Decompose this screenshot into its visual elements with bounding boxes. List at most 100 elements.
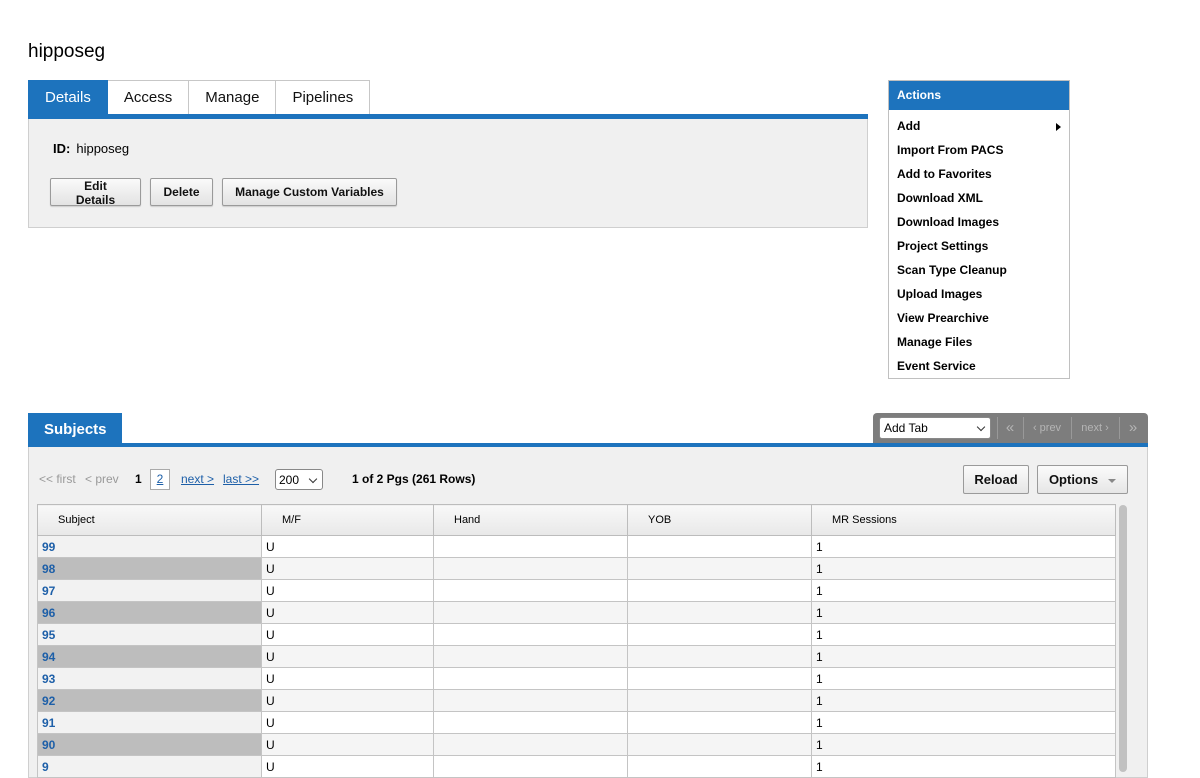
table-cell: 1 xyxy=(811,557,1116,580)
table-row: 90 U 1 xyxy=(37,733,1116,756)
table-cell: 1 xyxy=(811,733,1116,756)
action-manage-files[interactable]: Manage Files xyxy=(889,330,1069,354)
table-cell: 1 xyxy=(811,579,1116,602)
actions-menu: Actions Add Import From PACS Add to Favori… xyxy=(888,80,1070,379)
action-label: Download XML xyxy=(897,191,983,205)
table-row: 92 U 1 xyxy=(37,689,1116,712)
table-cell: U xyxy=(261,535,434,558)
table-cell: 1 xyxy=(811,601,1116,624)
options-label: Options xyxy=(1048,472,1099,487)
project-id-row: ID: hipposeg xyxy=(53,141,129,156)
table-cell: U xyxy=(261,601,434,624)
subject-link[interactable]: 98 xyxy=(37,557,262,580)
action-download-images[interactable]: Download Images xyxy=(889,210,1069,234)
subject-link[interactable]: 94 xyxy=(37,645,262,668)
action-import-from-pacs[interactable]: Import From PACS xyxy=(889,138,1069,162)
table-cell xyxy=(433,733,628,756)
table-row: 9U 1 xyxy=(37,755,1116,778)
submenu-arrow-icon xyxy=(1056,123,1061,131)
table-cell: 1 xyxy=(811,623,1116,646)
subject-link[interactable]: 90 xyxy=(37,733,262,756)
edit-details-button[interactable]: Edit Details xyxy=(50,178,141,207)
subject-link[interactable]: 97 xyxy=(37,579,262,602)
pager-page-2[interactable]: 2 xyxy=(150,469,170,490)
project-tabs: Details Access Manage Pipelines xyxy=(28,80,371,114)
page-size-select[interactable]: 200 xyxy=(275,469,323,490)
action-view-prearchive[interactable]: View Prearchive xyxy=(889,306,1069,330)
action-add-to-favorites[interactable]: Add to Favorites xyxy=(889,162,1069,186)
table-cell xyxy=(433,689,628,712)
table-scrollbar[interactable] xyxy=(1119,505,1127,772)
action-scan-type-cleanup[interactable]: Scan Type Cleanup xyxy=(889,258,1069,282)
reload-button[interactable]: Reload xyxy=(963,465,1029,494)
action-upload-images[interactable]: Upload Images xyxy=(889,282,1069,306)
action-add[interactable]: Add xyxy=(889,114,1069,138)
subject-link[interactable]: 9 xyxy=(37,755,262,778)
action-download-xml[interactable]: Download XML xyxy=(889,186,1069,210)
tab-last-button[interactable]: » xyxy=(1119,417,1146,439)
manage-custom-variables-button[interactable]: Manage Custom Variables xyxy=(222,178,397,206)
tab-first-button[interactable]: « xyxy=(997,417,1022,439)
options-button[interactable]: Options xyxy=(1037,465,1128,494)
subject-link[interactable]: 99 xyxy=(37,535,262,558)
subject-link[interactable]: 92 xyxy=(37,689,262,712)
action-project-settings[interactable]: Project Settings xyxy=(889,234,1069,258)
table-cell: U xyxy=(261,557,434,580)
table-cell xyxy=(627,711,812,734)
add-tab-value: Add Tab xyxy=(884,421,928,435)
action-event-service[interactable]: Event Service xyxy=(889,354,1069,378)
column-header-yob[interactable]: YOB xyxy=(627,504,812,536)
subject-link[interactable]: 95 xyxy=(37,623,262,646)
tab-prev-button[interactable]: ‹ prev xyxy=(1023,417,1070,439)
tab-details[interactable]: Details xyxy=(28,80,108,114)
table-row: 91 U 1 xyxy=(37,711,1116,734)
table-cell: 1 xyxy=(811,535,1116,558)
pager-last[interactable]: last >> xyxy=(223,472,259,486)
actions-header: Actions xyxy=(889,81,1069,110)
column-header-m-f[interactable]: M/F xyxy=(261,504,434,536)
table-cell xyxy=(627,645,812,668)
table-cell xyxy=(627,689,812,712)
action-label: Manage Files xyxy=(897,335,973,349)
subject-link[interactable]: 96 xyxy=(37,601,262,624)
table-cell xyxy=(433,601,628,624)
page-title: hipposeg xyxy=(28,41,106,62)
tab-next-button[interactable]: next › xyxy=(1071,417,1118,439)
tab-manage[interactable]: Manage xyxy=(189,80,277,114)
id-label: ID: xyxy=(53,141,71,156)
id-value: hipposeg xyxy=(76,141,130,156)
subjects-table: Subject M/F Hand YOB MR Sessions 99 U 1 98 U 1 97 U… xyxy=(37,504,1116,778)
table-cell xyxy=(433,535,628,558)
table-cell xyxy=(627,623,812,646)
table-cell: 1 xyxy=(811,667,1116,690)
table-header-row: Subject M/F Hand YOB MR Sessions xyxy=(37,504,1116,536)
tab-subjects[interactable]: Subjects xyxy=(28,413,122,443)
table-cell xyxy=(433,645,628,668)
action-label: View Prearchive xyxy=(897,311,989,325)
delete-button[interactable]: Delete xyxy=(150,178,213,206)
chevron-down-icon xyxy=(976,422,986,432)
table-cell: 1 xyxy=(811,645,1116,668)
pager-prev: < prev xyxy=(85,472,119,486)
table-cell xyxy=(433,623,628,646)
column-header-mr-sessions[interactable]: MR Sessions xyxy=(811,504,1116,536)
pager-next[interactable]: next > xyxy=(181,472,214,486)
tab-access[interactable]: Access xyxy=(107,80,190,114)
column-header-hand[interactable]: Hand xyxy=(433,504,628,536)
add-tab-select[interactable]: Add Tab xyxy=(879,417,991,439)
table-cell: U xyxy=(261,623,434,646)
table-cell xyxy=(433,579,628,602)
subject-link[interactable]: 91 xyxy=(37,711,262,734)
tab-pipelines[interactable]: Pipelines xyxy=(276,80,371,114)
table-cell: U xyxy=(261,711,434,734)
action-label: Add xyxy=(897,119,921,133)
table-row: 99 U 1 xyxy=(37,535,1116,558)
table-cell: U xyxy=(261,579,434,602)
table-row: 93 U 1 xyxy=(37,667,1116,690)
table-cell: 1 xyxy=(811,711,1116,734)
table-row: 95 U 1 xyxy=(37,623,1116,646)
action-label: Project Settings xyxy=(897,239,989,253)
column-header-subject[interactable]: Subject xyxy=(37,504,262,536)
details-panel: ID: hipposeg Edit Details Delete Manage C… xyxy=(28,119,868,228)
subject-link[interactable]: 93 xyxy=(37,667,262,690)
